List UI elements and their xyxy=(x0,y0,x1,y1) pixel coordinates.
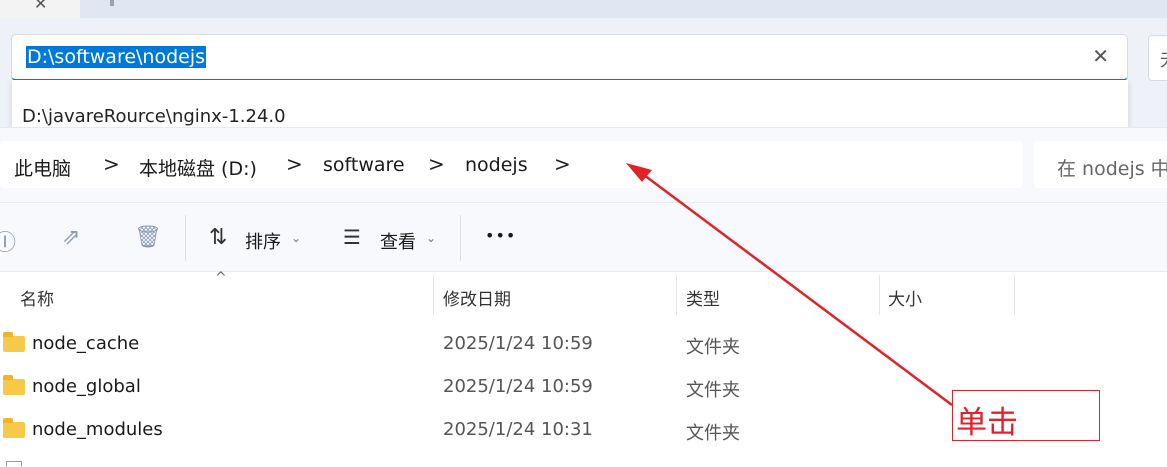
annotation-callout: 单击 xyxy=(952,390,1100,441)
annotation-text: 单击 xyxy=(956,405,1018,441)
arrow-line xyxy=(639,170,953,407)
